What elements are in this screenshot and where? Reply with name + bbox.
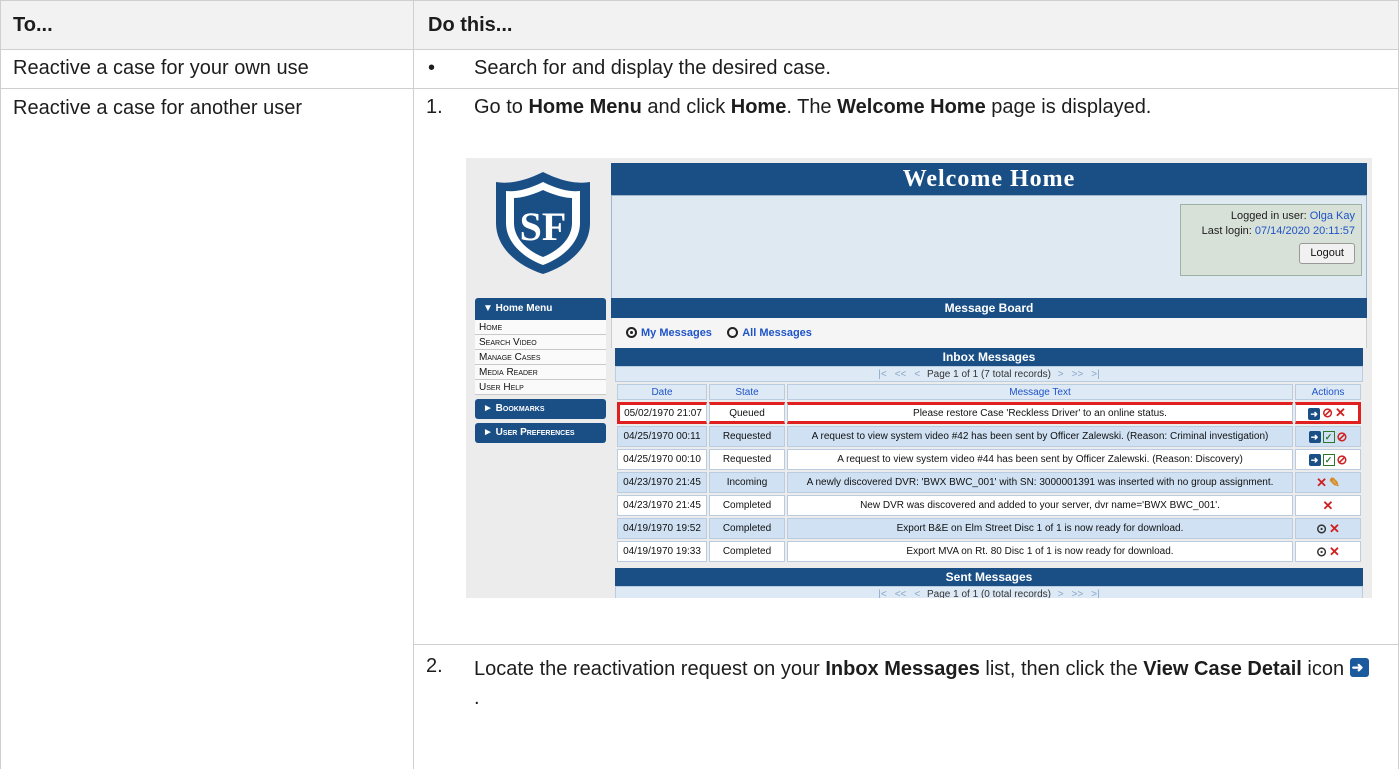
last-login: 07/14/2020 20:11:57	[1254, 225, 1355, 237]
header-do-this: Do this...	[414, 1, 1399, 49]
radio-my-messages[interactable]	[626, 327, 637, 338]
table-header-row: To... Do this...	[0, 0, 1399, 50]
sidebar-item-manage-cases[interactable]: Manage Cases	[475, 350, 606, 365]
delete-icon[interactable]: ✕	[1323, 498, 1334, 513]
user-preferences-button[interactable]: ► User Preferences	[475, 423, 606, 443]
next-fast-icon[interactable]: >>	[1072, 369, 1084, 380]
delete-icon[interactable]: ✕	[1329, 521, 1340, 536]
home-menu-header[interactable]: ▼ Home Menu	[475, 298, 606, 320]
login-info: Logged in user: Olga Kay Last login: 07/…	[1180, 204, 1362, 276]
approve-icon[interactable]: ✓	[1322, 454, 1335, 467]
col-state[interactable]: State	[709, 384, 785, 400]
approve-icon[interactable]: ✓	[1322, 431, 1335, 444]
welcome-home-screenshot: SF Welcome Home Logged in user: Olga Kay…	[466, 158, 1372, 598]
first-page-icon[interactable]: |<	[878, 589, 886, 598]
step-number: 1.	[426, 96, 443, 118]
logout-button[interactable]: Logout	[1299, 243, 1355, 264]
logged-in-user: Olga Kay	[1309, 210, 1355, 222]
inbox-table: Date State Message Text Actions 05/02/19…	[615, 382, 1363, 564]
svg-text:SF: SF	[520, 204, 567, 249]
deny-icon[interactable]: ⊘	[1322, 405, 1333, 420]
table-row: 04/23/1970 21:45 Completed New DVR was d…	[617, 495, 1361, 516]
step-text: Locate the reactivation request on your …	[474, 655, 1374, 713]
inbox-messages: Inbox Messages |< << < Page 1 of 1 (7 tota…	[615, 348, 1363, 564]
header-to: To...	[0, 1, 414, 49]
action-cell: • Search for and display the desired cas…	[414, 48, 1399, 88]
sidebar: ▼ Home Menu Home Search Video Manage Cas…	[475, 298, 606, 443]
download-icon[interactable]: ⊙	[1316, 521, 1327, 536]
inbox-title: Inbox Messages	[615, 348, 1363, 366]
deny-icon[interactable]: ⊘	[1337, 452, 1348, 467]
view-icon[interactable]: ➜	[1308, 454, 1321, 467]
next-page-icon[interactable]: >	[1058, 589, 1064, 598]
sf-shield-logo-icon: SF	[496, 172, 590, 274]
col-message-text[interactable]: Message Text	[787, 384, 1293, 400]
delete-icon[interactable]: ✕	[1329, 544, 1340, 559]
first-page-icon[interactable]: |<	[878, 369, 886, 380]
next-page-icon[interactable]: >	[1058, 369, 1064, 380]
download-icon[interactable]: ⊙	[1316, 544, 1327, 559]
table-row-highlighted: 05/02/1970 21:07 Queued Please restore C…	[617, 402, 1361, 424]
welcome-home-title: Welcome Home	[611, 163, 1367, 195]
message-board: Message Board My Messages All Messages I…	[611, 298, 1367, 598]
deny-icon[interactable]: ⊘	[1337, 429, 1348, 444]
task-another-user: Reactive a case for another user	[0, 88, 414, 769]
action-text: Search for and display the desired case.	[474, 57, 831, 79]
view-case-detail-icon	[1349, 658, 1369, 677]
col-date[interactable]: Date	[617, 384, 707, 400]
sent-title: Sent Messages	[615, 568, 1363, 586]
sidebar-item-user-help[interactable]: User Help	[475, 380, 606, 395]
prev-page-icon[interactable]: <	[914, 369, 920, 380]
sent-pager: |< << < Page 1 of 1 (0 total records) > >> >…	[615, 586, 1363, 598]
view-case-detail-icon[interactable]: ➜	[1308, 407, 1321, 420]
step-text: Go to Home Menu and click Home. The Welc…	[474, 96, 1152, 118]
sidebar-item-media-reader[interactable]: Media Reader	[475, 365, 606, 380]
table-row: Reactive a case for your own use • Searc…	[0, 48, 1399, 89]
message-board-title: Message Board	[611, 298, 1367, 318]
table-row: 04/19/1970 19:52 Completed Export B&E on…	[617, 518, 1361, 539]
table-row: 04/23/1970 21:45 Incoming A newly discov…	[617, 472, 1361, 493]
sidebar-item-home[interactable]: Home	[475, 320, 606, 335]
radio-all-messages[interactable]	[727, 327, 739, 338]
prev-fast-icon[interactable]: <<	[895, 369, 907, 380]
table-row: 04/19/1970 19:33 Completed Export MVA on…	[617, 541, 1361, 562]
sidebar-item-search-video[interactable]: Search Video	[475, 335, 606, 350]
bullet: •	[428, 57, 436, 79]
bookmarks-button[interactable]: ► Bookmarks	[475, 399, 606, 419]
step-2: 2. Locate the reactivation request on yo…	[414, 644, 1399, 770]
inbox-pager: |< << < Page 1 of 1 (7 total records) > >> >…	[615, 366, 1363, 382]
prev-fast-icon[interactable]: <<	[895, 589, 907, 598]
next-fast-icon[interactable]: >>	[1072, 589, 1084, 598]
col-actions: Actions	[1295, 384, 1361, 400]
task-own-use: Reactive a case for your own use	[0, 48, 414, 88]
step-number: 2.	[426, 655, 443, 677]
view-icon[interactable]: ➜	[1308, 431, 1321, 444]
sent-messages: Sent Messages |< << < Page 1 of 1 (0 total…	[615, 568, 1363, 598]
last-page-icon[interactable]: >|	[1091, 589, 1099, 598]
header-panel: Logged in user: Olga Kay Last login: 07/…	[611, 195, 1367, 300]
prev-page-icon[interactable]: <	[914, 589, 920, 598]
message-filter: My Messages All Messages	[611, 318, 1367, 348]
last-page-icon[interactable]: >|	[1091, 369, 1099, 380]
delete-icon[interactable]: ✕	[1316, 475, 1327, 490]
table-row: 04/25/1970 00:10 Requested A request to …	[617, 449, 1361, 470]
delete-icon[interactable]: ✕	[1335, 405, 1346, 420]
edit-icon[interactable]: ✎	[1329, 475, 1340, 490]
table-row: 04/25/1970 00:11 Requested A request to …	[617, 426, 1361, 447]
